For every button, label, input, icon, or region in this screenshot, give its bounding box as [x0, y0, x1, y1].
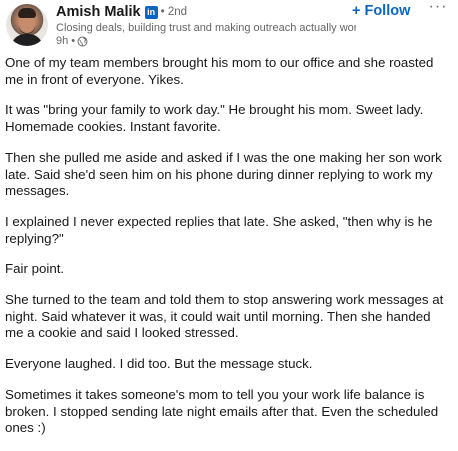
post-header: Amish Malik in • 2nd Closing deals, buil…	[0, 0, 458, 56]
author-name[interactable]: Amish Malik	[56, 4, 141, 20]
post-body: One of my team members brought his mom t…	[5, 55, 449, 451]
plus-icon: +	[352, 3, 361, 19]
author-headline: Closing deals, building trust and making…	[56, 22, 356, 34]
post-paragraph: Fair point.	[5, 261, 65, 277]
avatar-hair	[18, 8, 36, 18]
post-meta: 9h •	[56, 35, 88, 47]
post-paragraph: It was "bring your family to work day." …	[5, 102, 428, 135]
post-paragraph: Everyone laughed. I did too. But the mes…	[5, 356, 313, 372]
connection-degree: • 2nd	[160, 6, 188, 18]
globe-icon	[77, 36, 88, 46]
post-paragraph: I explained I never expected replies tha…	[5, 213, 437, 246]
post-paragraph: Then she pulled me aside and asked if I …	[5, 149, 446, 199]
post-paragraph: She turned to the team and told them to …	[5, 292, 448, 341]
author-name-row: Amish Malik in • 2nd	[56, 3, 187, 21]
post-paragraph: Sometimes it takes someone's mom to tell…	[5, 386, 442, 436]
linkedin-icon: in	[144, 5, 158, 19]
more-options-icon[interactable]: ···	[426, 0, 450, 20]
post-time: 9h •	[56, 35, 76, 47]
author-avatar[interactable]	[6, 4, 48, 46]
follow-label: Follow	[364, 3, 411, 19]
follow-button[interactable]: + Follow	[352, 1, 410, 21]
avatar-shirt	[11, 34, 43, 46]
post-paragraph: One of my team members brought his mom t…	[5, 55, 438, 87]
